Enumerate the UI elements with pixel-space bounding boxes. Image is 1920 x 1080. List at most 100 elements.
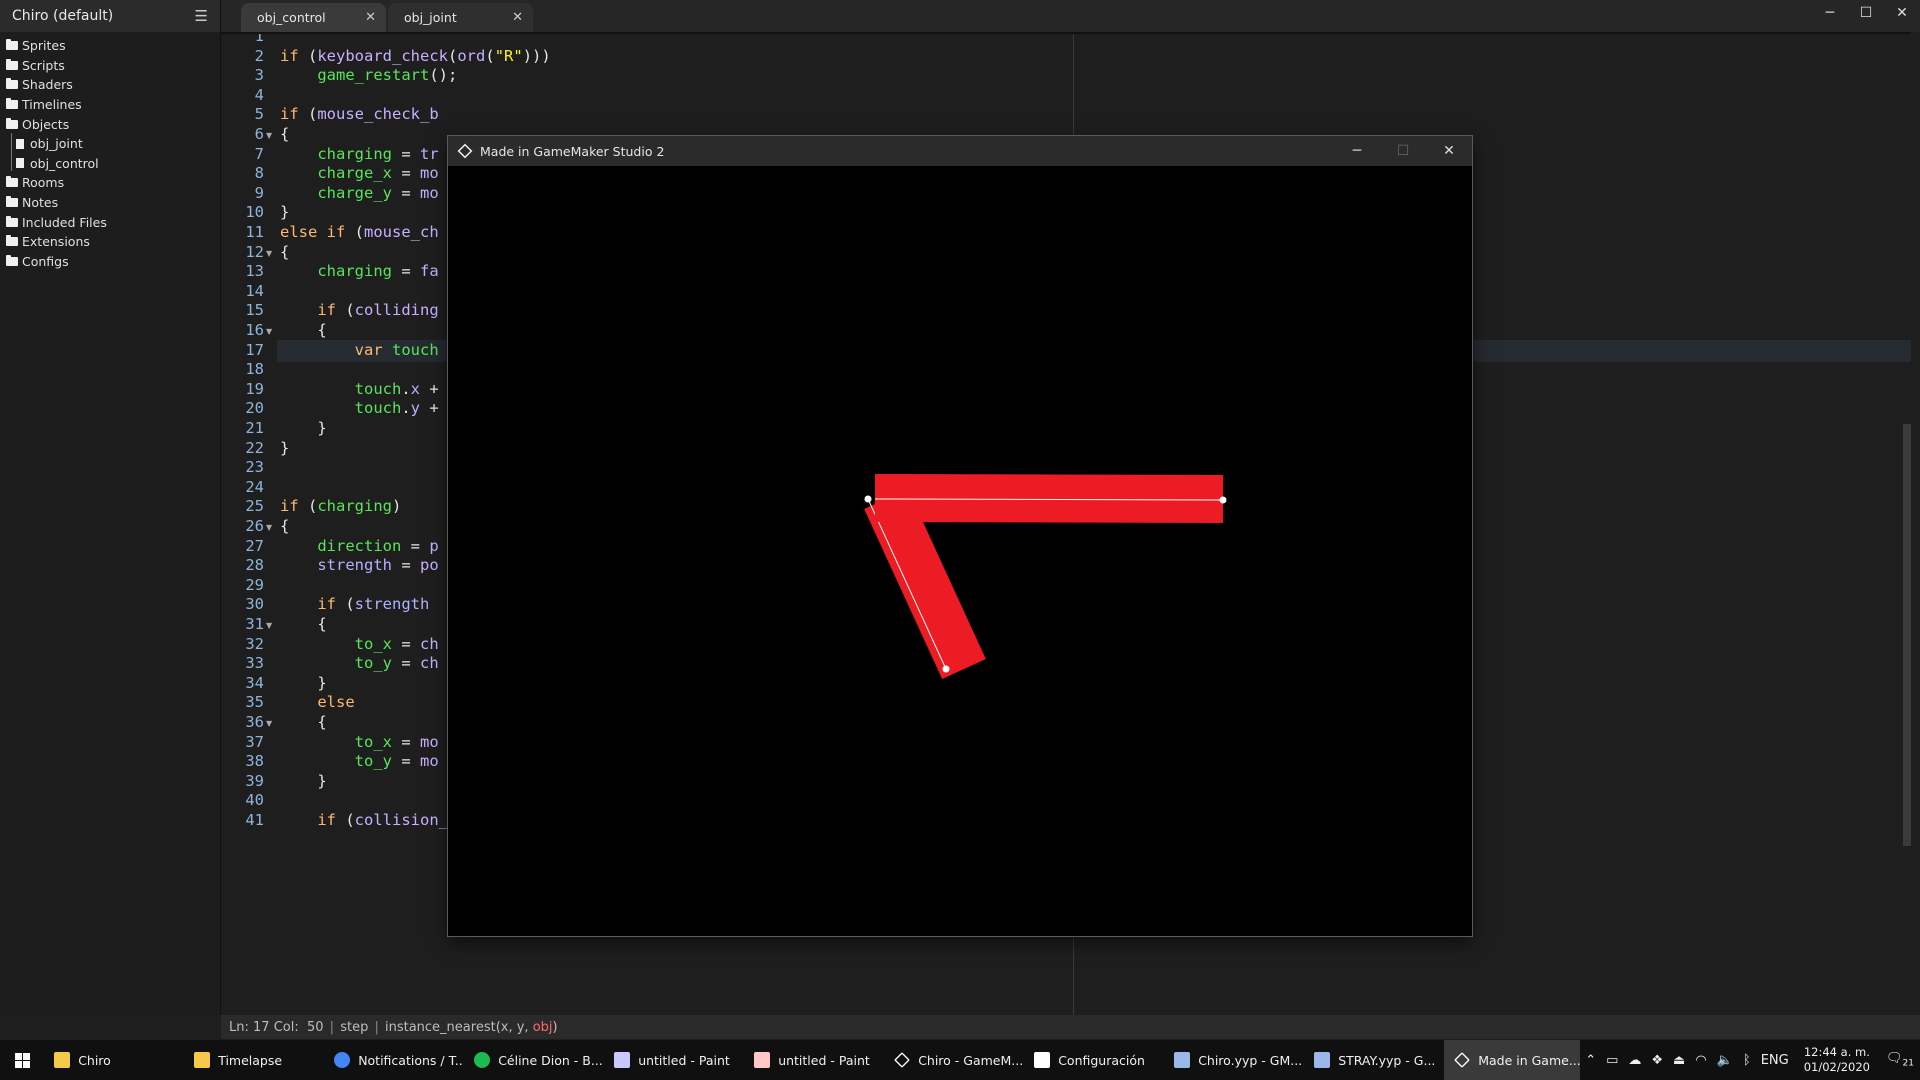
tree-item-sprites[interactable]: Sprites bbox=[0, 36, 220, 56]
cloud-icon[interactable]: ☁ bbox=[1628, 1053, 1641, 1068]
taskbar-app-1[interactable]: Timelapse bbox=[184, 1040, 324, 1080]
code-line[interactable]: { bbox=[280, 321, 326, 339]
start-button[interactable] bbox=[0, 1040, 44, 1080]
joint-node[interactable] bbox=[864, 495, 872, 503]
taskbar-app-0[interactable]: Chiro bbox=[44, 1040, 184, 1080]
line-number: 18 bbox=[245, 360, 264, 379]
tree-item-configs[interactable]: Configs bbox=[0, 252, 220, 272]
taskbar-app-2[interactable]: Notifications / T... bbox=[324, 1040, 464, 1080]
code-line[interactable]: } bbox=[280, 772, 326, 790]
chevron-up-icon[interactable]: ⌃ bbox=[1585, 1053, 1596, 1068]
code-line[interactable]: { bbox=[280, 517, 289, 535]
close-icon[interactable]: ✕ bbox=[1884, 0, 1920, 28]
taskbar-app-7[interactable]: Configuración bbox=[1024, 1040, 1164, 1080]
fold-arrow-icon[interactable]: ▼ bbox=[266, 621, 272, 630]
fold-arrow-icon[interactable]: ▼ bbox=[266, 523, 272, 532]
tree-item-timelines[interactable]: Timelines bbox=[0, 95, 220, 115]
dropbox-icon[interactable]: ❖ bbox=[1651, 1053, 1663, 1068]
close-tab-icon[interactable]: ✕ bbox=[512, 10, 523, 25]
taskbar-app-10[interactable]: Made in Game... bbox=[1444, 1040, 1581, 1080]
taskbar-app-4[interactable]: untitled - Paint bbox=[604, 1040, 744, 1080]
gms-ide-icon bbox=[1314, 1052, 1331, 1068]
code-line[interactable]: if (strength bbox=[280, 595, 429, 613]
project-header: Chiro (default) ☰ bbox=[0, 0, 220, 32]
code-line[interactable]: direction = p bbox=[280, 537, 438, 555]
game-window-titlebar[interactable]: Made in GameMaker Studio 2 ─ ☐ ✕ bbox=[448, 136, 1472, 166]
close-tab-icon[interactable]: ✕ bbox=[365, 10, 376, 25]
tab-obj-joint[interactable]: obj_joint ✕ bbox=[388, 3, 533, 32]
joint-node[interactable] bbox=[1219, 496, 1227, 504]
fold-arrow-icon[interactable]: ▼ bbox=[266, 249, 272, 258]
close-icon[interactable]: ✕ bbox=[1426, 136, 1472, 166]
tree-item-obj_joint[interactable]: obj_joint bbox=[0, 134, 220, 154]
minimize-icon[interactable]: ─ bbox=[1334, 136, 1380, 166]
code-line[interactable]: else bbox=[280, 693, 354, 711]
clock[interactable]: 12:44 a. m. 01/02/2020 bbox=[1804, 1045, 1870, 1075]
volume-icon[interactable]: 🔈 bbox=[1717, 1053, 1733, 1068]
code-line[interactable]: if (keyboard_check(ord("R"))) bbox=[280, 47, 551, 65]
tree-item-shaders[interactable]: Shaders bbox=[0, 75, 220, 95]
editor-status-bar: Ln: 17 Col: 50 | step | instance_nearest… bbox=[221, 1015, 1920, 1039]
minimize-icon[interactable]: ─ bbox=[1812, 0, 1848, 28]
usb-icon[interactable]: ⏏ bbox=[1673, 1053, 1685, 1068]
code-line[interactable]: { bbox=[280, 713, 326, 731]
code-line[interactable]: if (colliding bbox=[280, 301, 438, 319]
taskbar-app-8[interactable]: Chiro.yyp - GM... bbox=[1164, 1040, 1304, 1080]
bluetooth-icon[interactable]: ᛒ bbox=[1743, 1053, 1751, 1068]
code-line[interactable]: { bbox=[280, 615, 326, 633]
tree-item-notes[interactable]: Notes bbox=[0, 193, 220, 213]
fold-arrow-icon[interactable]: ▼ bbox=[266, 131, 272, 140]
tab-obj-control[interactable]: obj_control ✕ bbox=[241, 3, 386, 32]
tree-item-label: Included Files bbox=[22, 214, 107, 230]
code-line[interactable]: strength = po bbox=[280, 556, 438, 574]
line-number: 12 bbox=[245, 242, 264, 261]
vertical-scrollbar[interactable] bbox=[1903, 424, 1911, 846]
code-line[interactable]: to_x = ch bbox=[280, 635, 439, 653]
code-line[interactable]: touch.y + bbox=[280, 399, 439, 417]
code-line[interactable]: var touch bbox=[280, 341, 439, 359]
code-line[interactable]: to_y = ch bbox=[280, 654, 439, 672]
code-line[interactable]: charge_x = mo bbox=[280, 164, 438, 182]
code-line[interactable]: game_restart(); bbox=[280, 66, 457, 84]
taskbar-app-9[interactable]: STRAY.yyp - G... bbox=[1304, 1040, 1444, 1080]
code-line[interactable]: } bbox=[280, 203, 289, 221]
taskbar-app-6[interactable]: Chiro - GameM... bbox=[884, 1040, 1024, 1080]
code-line[interactable]: charging = tr bbox=[280, 145, 438, 163]
game-canvas[interactable] bbox=[448, 166, 1472, 936]
line-number: 25 bbox=[245, 497, 264, 516]
code-line[interactable]: } bbox=[280, 674, 326, 692]
code-line[interactable]: } bbox=[280, 419, 326, 437]
code-line[interactable]: charging = fa bbox=[280, 262, 438, 280]
fold-arrow-icon[interactable]: ▼ bbox=[266, 719, 272, 728]
code-line[interactable]: if (charging) bbox=[280, 497, 401, 515]
battery-icon[interactable]: ▭ bbox=[1606, 1053, 1618, 1068]
wifi-icon[interactable]: ◠ bbox=[1695, 1053, 1706, 1068]
tree-item-extensions[interactable]: Extensions bbox=[0, 232, 220, 252]
folder-icon bbox=[6, 176, 18, 188]
code-line[interactable]: charge_y = mo bbox=[280, 184, 438, 202]
code-line[interactable]: if (mouse_check_b bbox=[280, 105, 439, 123]
tree-item-included-files[interactable]: Included Files bbox=[0, 212, 220, 232]
maximize-icon[interactable]: ☐ bbox=[1848, 0, 1884, 28]
joint-node[interactable] bbox=[942, 665, 950, 673]
tree-item-scripts[interactable]: Scripts bbox=[0, 56, 220, 76]
code-line[interactable]: else if (mouse_ch bbox=[280, 223, 439, 241]
tree-item-objects[interactable]: Objects bbox=[0, 114, 220, 134]
code-line[interactable]: { bbox=[280, 125, 289, 143]
code-line[interactable]: touch.x + bbox=[280, 380, 439, 398]
code-line[interactable]: { bbox=[280, 243, 289, 261]
tree-item-rooms[interactable]: Rooms bbox=[0, 173, 220, 193]
code-line[interactable]: to_y = mo bbox=[280, 752, 439, 770]
taskbar-app-5[interactable]: untitled - Paint bbox=[744, 1040, 884, 1080]
line-number: 10 bbox=[245, 203, 264, 222]
taskbar-app-3[interactable]: Céline Dion - B... bbox=[464, 1040, 604, 1080]
tree-item-obj_control[interactable]: obj_control bbox=[0, 154, 220, 174]
fold-arrow-icon[interactable]: ▼ bbox=[266, 327, 272, 336]
game-window[interactable]: Made in GameMaker Studio 2 ─ ☐ ✕ bbox=[448, 136, 1472, 936]
tree-item-label: obj_control bbox=[30, 155, 99, 171]
code-line[interactable]: } bbox=[280, 439, 289, 457]
notification-center-button[interactable]: 🗨21 bbox=[1880, 1051, 1920, 1069]
code-line[interactable]: to_x = mo bbox=[280, 733, 439, 751]
hamburger-menu-icon[interactable]: ☰ bbox=[195, 7, 208, 25]
language-indicator[interactable]: ENG bbox=[1761, 1053, 1789, 1068]
